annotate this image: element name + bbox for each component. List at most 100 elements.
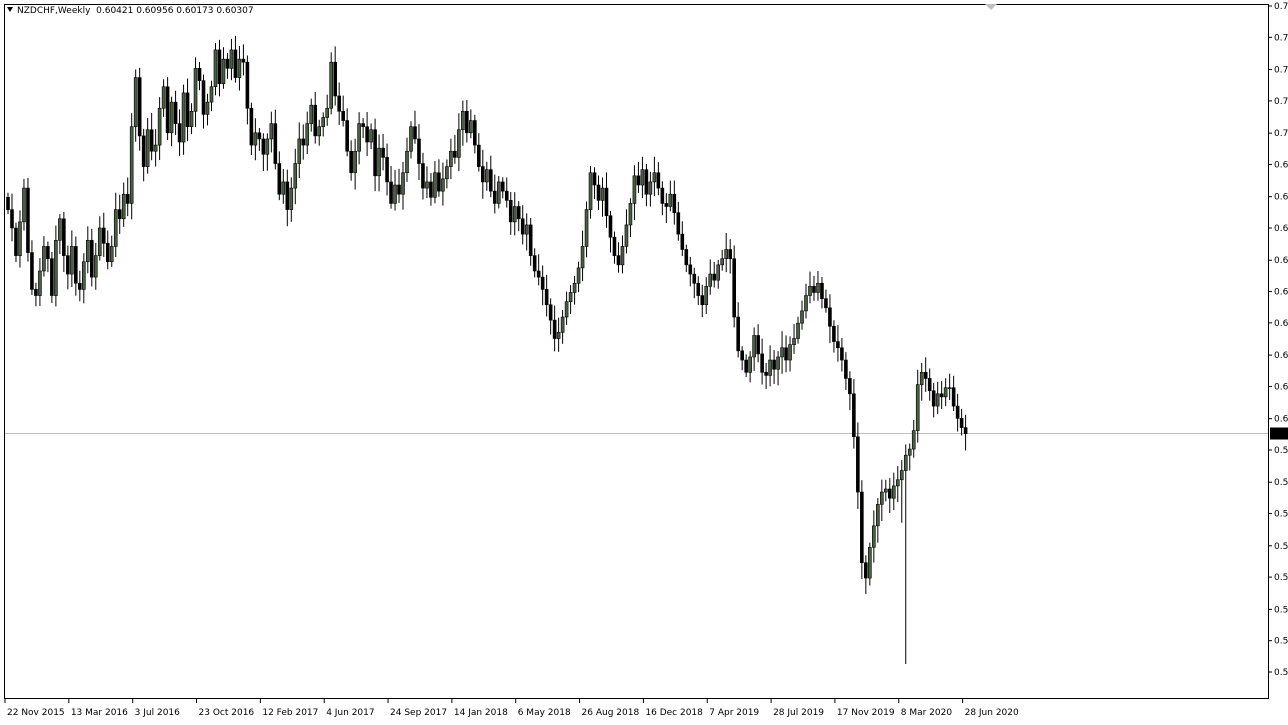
candle-body-bear	[732, 258, 736, 318]
candle-body-bear	[173, 101, 178, 124]
x-tick-label: 6 May 2018	[518, 708, 571, 718]
candle-body-bull	[876, 504, 880, 527]
candle	[129, 113, 134, 220]
candle-body-bear	[381, 147, 385, 158]
candle-body-bull	[369, 129, 373, 143]
chart-window[interactable]: 0.74230 0.73210 0.72160 0.71140 0.70090 0.690…	[0, 0, 1288, 725]
candle-body-bear	[185, 92, 190, 127]
candle-body-bull	[54, 239, 58, 296]
candle-body-bear	[887, 488, 892, 499]
candle-body-bull	[584, 209, 589, 247]
x-tick-label: 28 Jun 2020	[965, 708, 1019, 718]
y-tick-label: 0.57700	[1274, 510, 1288, 520]
candlestick-chart[interactable]: 0.74230 0.73210 0.72160 0.71140 0.70090 0.690…	[0, 0, 1288, 725]
candle-body-bear	[844, 359, 848, 379]
candle-body-bull	[668, 193, 673, 207]
candle-body-bull	[524, 224, 529, 235]
candle-body-bull	[708, 273, 713, 287]
candle-body-bear	[736, 316, 740, 352]
candle-body-bull	[325, 107, 330, 118]
y-tick-label: 0.65950	[1274, 256, 1288, 266]
candle-body-bear	[860, 491, 864, 563]
candle-body-bull	[872, 525, 876, 548]
candle-body-bear	[277, 163, 282, 195]
candle-body-bear	[361, 123, 365, 127]
candle-body-bull	[317, 126, 322, 137]
y-tick-label: 0.73210	[1274, 33, 1288, 43]
candle-body-bear	[508, 200, 513, 223]
candle-body-bull	[457, 129, 461, 158]
candle-body-bear	[30, 252, 34, 290]
collapse-triangle-icon[interactable]	[7, 7, 13, 12]
candle-body-bear	[197, 68, 202, 81]
x-tick-label: 16 Dec 2018	[645, 708, 703, 718]
x-tick-label: 22 Nov 2015	[7, 708, 65, 718]
candle-body-bear	[385, 157, 389, 183]
candle-body-bear	[500, 181, 505, 192]
candle-body-bull	[281, 181, 286, 195]
y-tick-label: 0.55630	[1274, 573, 1288, 583]
candle-body-bull	[880, 491, 884, 505]
candle-body-bull	[237, 58, 242, 78]
candle-body-bull	[181, 92, 186, 143]
candle-body-bull	[628, 203, 633, 226]
candle-body-bull	[652, 172, 657, 183]
x-tick-label: 3 Jul 2016	[135, 708, 180, 718]
y-tick-label: 0.52540	[1274, 668, 1288, 678]
candle-body-bear	[165, 86, 170, 134]
y-tick-label: 0.60790	[1274, 415, 1288, 425]
candle-body-bear	[516, 206, 521, 220]
candle-body-bear	[544, 289, 549, 306]
candle-body-bull	[161, 86, 166, 109]
candle-body-bull	[70, 246, 74, 275]
candle-body-bull	[445, 166, 449, 180]
candle-body-bear	[856, 436, 860, 493]
candle-body-bear	[536, 270, 541, 278]
candle-body-bear	[927, 378, 932, 392]
candle-body-bull	[353, 150, 357, 174]
candle-body-bear	[864, 562, 868, 579]
candle-body-bear	[931, 390, 936, 407]
candle-body-bear	[217, 49, 222, 84]
candle-body-bull	[253, 132, 258, 146]
candle-body-bull	[704, 286, 709, 306]
x-tick-label: 4 Jun 2017	[326, 708, 374, 718]
candle-body-bear	[764, 372, 768, 376]
candle-body-bull	[38, 270, 42, 296]
candle	[50, 251, 54, 304]
candle-body-bull	[564, 301, 569, 318]
candle-body-bear	[712, 273, 717, 281]
candle-body-bear	[644, 169, 649, 195]
candle-body-bear	[273, 123, 278, 164]
candle-body-bear	[728, 249, 732, 260]
candle-body-bear	[50, 258, 54, 296]
candle-body-bear	[177, 123, 182, 143]
x-tick-label: 24 Sep 2017	[390, 708, 447, 718]
candle-body-bull	[724, 249, 729, 260]
candle-body-bear	[955, 405, 960, 419]
candle-body-bear	[604, 187, 609, 217]
candle-body-bear	[939, 393, 944, 398]
candle-body-bull	[788, 344, 792, 361]
candle	[26, 177, 30, 262]
candle-body-bear	[744, 359, 748, 373]
candle-body-bear	[608, 215, 613, 238]
candle-body-bear	[34, 289, 38, 296]
candle-body-bull	[209, 86, 214, 103]
ohlc-values: 0.60421 0.60956 0.60173 0.60307	[96, 6, 254, 16]
candle-body-bear	[696, 282, 701, 296]
candle-body-bear	[349, 150, 353, 174]
candle-body-bear	[772, 359, 776, 370]
candle-body-bull	[899, 470, 904, 481]
candle-body-bull	[816, 282, 820, 293]
candle-body-bear	[437, 172, 441, 192]
y-tick-label: 0.56650	[1274, 542, 1288, 552]
candle-body-bull	[911, 430, 916, 450]
candle-body-bear	[740, 350, 744, 361]
candle-body-bull	[919, 372, 924, 385]
candle-body-bear	[417, 138, 421, 164]
symbol-timeframe: NZDCHF,Weekly	[17, 6, 91, 16]
candle-body-bear	[852, 393, 856, 438]
candle-body-bull	[113, 209, 118, 247]
candle-body-bear	[429, 181, 433, 198]
